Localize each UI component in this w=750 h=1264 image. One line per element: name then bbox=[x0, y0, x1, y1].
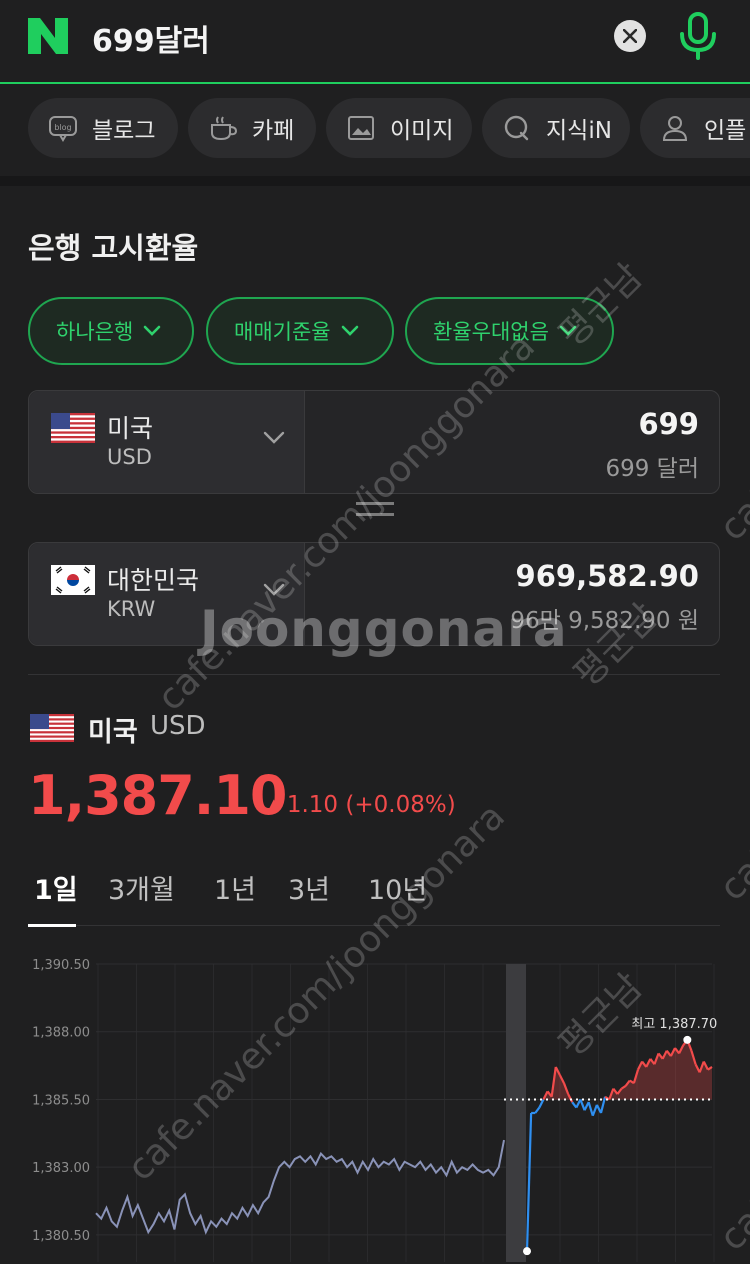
chevron-down-icon bbox=[559, 325, 577, 336]
current-session-line bbox=[591, 1104, 598, 1117]
search-bar: 699달러 bbox=[0, 0, 750, 84]
from-code: USD bbox=[107, 445, 152, 469]
rate-chart: 1,390.50 1,388.00 1,385.50 1,383.00 1,380.50… bbox=[0, 940, 750, 1264]
us-flag-icon bbox=[30, 714, 74, 742]
chip-label: 이미지 bbox=[390, 118, 454, 144]
to-country: 대한민국 bbox=[107, 566, 200, 595]
rate-type-select[interactable]: 매매기준율 bbox=[206, 297, 394, 365]
image-icon bbox=[346, 113, 376, 143]
current-session-line bbox=[538, 1098, 545, 1109]
from-amount-words: 699 달러 bbox=[605, 456, 699, 482]
from-country: 미국 bbox=[107, 414, 154, 443]
session-gap-band bbox=[506, 964, 526, 1262]
section-divider bbox=[0, 176, 750, 186]
low-marker bbox=[523, 1247, 531, 1256]
equals-icon bbox=[356, 502, 394, 526]
current-session-line bbox=[587, 1101, 594, 1117]
chip-image[interactable]: 이미지 bbox=[326, 98, 472, 158]
kr-flag-icon bbox=[51, 565, 95, 595]
voice-search-button[interactable] bbox=[678, 12, 718, 60]
chip-label: 블로그 bbox=[92, 118, 156, 144]
clear-search-button[interactable] bbox=[614, 20, 646, 52]
rate-change-value: 1.10 (+0.08%) bbox=[286, 792, 456, 818]
tab-3y[interactable]: 3년 bbox=[288, 868, 330, 907]
y-tick-label: 1,380.50 bbox=[32, 1229, 90, 1244]
active-tab-indicator bbox=[28, 924, 76, 927]
bank-select-label: 하나은행 bbox=[56, 320, 134, 344]
chevron-down-icon bbox=[341, 325, 358, 336]
tab-10y[interactable]: 10년 bbox=[368, 868, 427, 907]
preferential-rate-label: 환율우대없음 bbox=[433, 320, 549, 344]
chip-kin[interactable]: 지식iN bbox=[482, 98, 630, 158]
y-tick-label: 1,390.50 bbox=[32, 958, 90, 973]
section-title: 은행 고시환율 bbox=[28, 231, 199, 265]
chevron-down-icon bbox=[263, 431, 285, 444]
up-triangle-icon: ▲ bbox=[268, 795, 280, 813]
to-code: KRW bbox=[107, 597, 156, 621]
to-currency-select[interactable]: 대한민국 KRW bbox=[29, 543, 305, 645]
cafe-cup-icon bbox=[208, 113, 238, 143]
current-session-line bbox=[525, 1112, 533, 1252]
rate-change: ▲ 1.10 (+0.08%) bbox=[268, 792, 456, 818]
rate-type-label: 매매기준율 bbox=[234, 320, 331, 344]
tab-1y[interactable]: 1년 bbox=[214, 868, 256, 907]
watermark-url: cafe.naver.com/joonggonara bbox=[150, 326, 543, 719]
blog-icon: blog bbox=[48, 113, 78, 143]
naver-logo[interactable] bbox=[26, 16, 70, 56]
to-amount-words: 96만 9,582.90 원 bbox=[510, 608, 699, 634]
current-session-line bbox=[579, 1099, 586, 1111]
rate-value: 1,387.10 bbox=[28, 764, 287, 827]
from-amount-input[interactable]: 699 bbox=[638, 407, 699, 441]
chevron-down-icon bbox=[263, 583, 285, 596]
bank-select[interactable]: 하나은행 bbox=[28, 297, 194, 365]
chip-influencer[interactable]: 인플 bbox=[640, 98, 750, 158]
chevron-down-icon bbox=[143, 325, 161, 336]
rate-code: USD bbox=[150, 711, 206, 741]
divider bbox=[28, 674, 720, 675]
category-chips: blog 블로그 카페 이미지 지식iN 인플 bbox=[0, 84, 750, 176]
tab-3m[interactable]: 3개월 bbox=[108, 868, 175, 907]
tab-1d[interactable]: 1일 bbox=[34, 868, 78, 907]
svg-text:blog: blog bbox=[54, 123, 71, 132]
chip-label: 지식iN bbox=[546, 118, 612, 144]
chip-label: 인플 bbox=[704, 118, 747, 144]
to-amount[interactable]: 969,582.90 bbox=[516, 559, 699, 593]
us-flag-icon bbox=[51, 413, 95, 443]
high-label: 최고 1,387.70 bbox=[631, 1017, 717, 1032]
from-currency-select[interactable]: 미국 USD bbox=[29, 391, 305, 493]
current-session-line bbox=[534, 1106, 541, 1114]
close-icon bbox=[623, 29, 637, 43]
chip-blog[interactable]: blog 블로그 bbox=[28, 98, 178, 158]
microphone-icon bbox=[680, 12, 716, 60]
period-tabs: 1일 3개월 1년 3년 10년 bbox=[28, 868, 720, 927]
person-icon bbox=[660, 113, 690, 143]
chip-cafe[interactable]: 카페 bbox=[188, 98, 316, 158]
chip-label: 카페 bbox=[252, 118, 295, 144]
from-currency-box: 미국 USD 699 699 달러 bbox=[28, 390, 720, 494]
search-query[interactable]: 699달러 bbox=[92, 16, 210, 60]
y-tick-label: 1,383.00 bbox=[32, 1161, 90, 1176]
high-marker bbox=[683, 1035, 692, 1044]
to-currency-box: 대한민국 KRW 969,582.90 96만 9,582.90 원 bbox=[28, 542, 720, 646]
y-tick-label: 1,388.00 bbox=[32, 1026, 90, 1041]
rate-country: 미국 bbox=[88, 717, 138, 748]
y-tick-label: 1,385.50 bbox=[32, 1093, 90, 1108]
knowledge-q-icon bbox=[502, 113, 532, 143]
previous-session-line bbox=[95, 1139, 505, 1235]
preferential-rate-select[interactable]: 환율우대없음 bbox=[405, 297, 614, 365]
rate-chart-svg: 1,390.50 1,388.00 1,385.50 1,383.00 1,380.50… bbox=[32, 958, 717, 1262]
